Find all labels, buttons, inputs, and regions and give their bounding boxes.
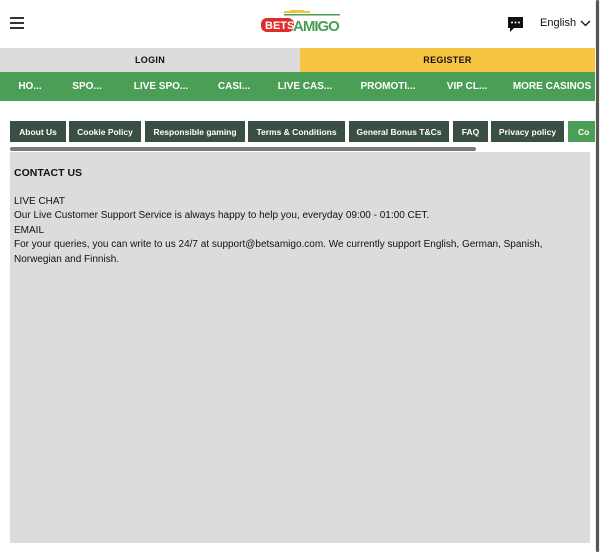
tab-general-bonus-tcs[interactable]: General Bonus T&Cs	[349, 121, 449, 142]
tab-contact-us[interactable]: Co	[568, 121, 595, 142]
nav-item-sports[interactable]: SPO...	[72, 72, 101, 101]
tab-faq[interactable]: FAQ	[453, 121, 488, 142]
nav-item-promotions[interactable]: PROMOTI...	[361, 72, 416, 101]
email-text: For your queries, you can write to us 24…	[14, 239, 543, 265]
chevron-down-icon	[580, 20, 591, 26]
register-button[interactable]: REGISTER	[300, 48, 595, 72]
page-scrollbar[interactable]	[595, 0, 600, 552]
logo[interactable]: BETS AMIGO	[260, 10, 342, 39]
live-chat-heading: LIVE CHAT	[14, 195, 65, 207]
nav-item-live-casino[interactable]: LIVE CAS...	[278, 72, 332, 101]
page-title: CONTACT US	[14, 167, 83, 179]
contact-content: CONTACT US LIVE CHAT Our Live Customer S…	[10, 152, 590, 543]
nav-item-vip-club[interactable]: VIP CL...	[447, 72, 487, 101]
tab-responsible-gaming[interactable]: Responsible gaming	[145, 121, 245, 142]
nav-item-home[interactable]: HO...	[18, 72, 41, 101]
svg-text:BETS: BETS	[265, 20, 294, 32]
tabs-scrollbar[interactable]	[10, 147, 476, 151]
language-label: English	[540, 17, 577, 29]
tab-about-us[interactable]: About Us	[10, 121, 66, 142]
language-selector[interactable]: English	[540, 17, 591, 29]
live-chat-text: Our Live Customer Support Service is alw…	[14, 210, 430, 221]
main-nav: HO... SPO... LIVE SPO... CASI... LIVE CA…	[0, 72, 595, 101]
nav-item-live-sports[interactable]: LIVE SPO...	[134, 72, 188, 101]
nav-item-casino[interactable]: CASI...	[218, 72, 250, 101]
tab-terms-conditions[interactable]: Terms & Conditions	[248, 121, 345, 142]
info-tabs: About Us Cookie Policy Responsible gamin…	[0, 121, 595, 142]
auth-bar: LOGIN REGISTER	[0, 48, 595, 72]
email-heading: EMAIL	[14, 224, 45, 236]
header: BETS AMIGO English	[0, 0, 595, 48]
hamburger-menu-icon[interactable]	[10, 17, 24, 29]
chat-icon[interactable]	[507, 16, 524, 38]
tab-cookie-policy[interactable]: Cookie Policy	[69, 121, 141, 142]
tab-privacy-policy[interactable]: Privacy policy	[491, 121, 564, 142]
login-button[interactable]: LOGIN	[0, 48, 300, 72]
nav-item-more-casinos[interactable]: MORE CASINOS	[513, 72, 591, 101]
svg-text:AMIGO: AMIGO	[293, 18, 340, 34]
